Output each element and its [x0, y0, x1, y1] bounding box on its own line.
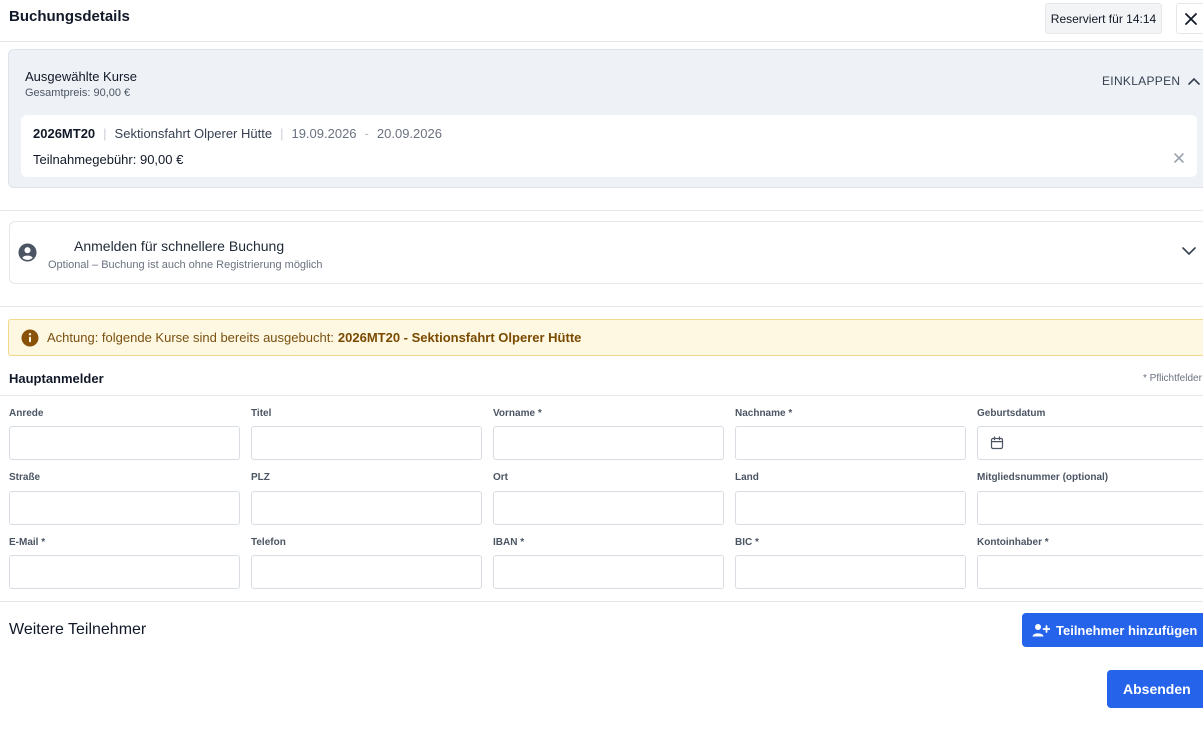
page-title: Buchungsdetails	[9, 8, 130, 25]
label-street: Straße	[9, 472, 41, 483]
further-participants-title: Weitere Teilnehmer	[9, 621, 147, 638]
label-birthdate: Geburtsdatum	[977, 408, 1046, 419]
zip-field[interactable]	[251, 491, 482, 525]
separator: |	[103, 126, 107, 141]
selected-courses-title: Ausgewählte Kurse	[25, 69, 138, 84]
remove-course-icon[interactable]	[1172, 151, 1186, 165]
label-email: E-Mail *	[9, 537, 46, 548]
close-icon	[1185, 12, 1197, 25]
main-registrant-title: Hauptanmelder	[9, 371, 104, 386]
course-fee: Teilnahmegebühr: 90,00 €	[33, 152, 184, 167]
bic-field[interactable]	[735, 555, 966, 589]
label-title: Titel	[251, 408, 272, 419]
collapse-toggle[interactable]: EINKLAPPEN	[1102, 74, 1201, 88]
divider	[0, 395, 1203, 396]
course-date-to: 20.09.2026	[376, 126, 442, 141]
date-separator: -	[364, 126, 369, 141]
chevron-down-icon	[1182, 247, 1196, 256]
add-participant-button[interactable]: Teilnehmer hinzufügen	[1022, 613, 1203, 647]
header: Buchungsdetails Reserviert für 14:14	[0, 0, 1203, 42]
user-circle-icon	[18, 243, 37, 262]
course-date-from: 19.09.2026	[291, 126, 357, 141]
login-panel[interactable]: Anmelden für schnellere Buchung Optional…	[9, 221, 1203, 284]
label-country: Land	[735, 472, 759, 483]
close-button[interactable]	[1176, 3, 1203, 34]
country-field[interactable]	[735, 491, 966, 525]
street-field[interactable]	[9, 491, 240, 525]
label-member-number: Mitgliedsnummer (optional)	[977, 472, 1109, 483]
city-field[interactable]	[493, 491, 724, 525]
login-title: Anmelden für schnellere Buchung	[74, 238, 285, 254]
course-name: Sektionsfahrt Olperer Hütte	[114, 126, 273, 141]
label-iban: IBAN *	[493, 537, 525, 548]
birthdate-field[interactable]	[977, 426, 1203, 460]
calendar-icon	[990, 436, 1004, 450]
divider	[0, 210, 1203, 211]
divider	[0, 601, 1203, 602]
selected-courses-panel: Ausgewählte Kurse Gesamtpreis: 90,00 € E…	[8, 49, 1203, 188]
required-fields-note: * Pflichtfelder	[1143, 373, 1202, 384]
label-zip: PLZ	[251, 472, 270, 483]
course-code: 2026MT20	[33, 126, 96, 141]
email-field[interactable]	[9, 555, 240, 589]
chevron-up-icon	[1188, 77, 1201, 85]
add-participant-label: Teilnehmer hinzufügen	[1056, 622, 1198, 638]
label-phone: Telefon	[251, 537, 286, 548]
label-salutation: Anrede	[9, 408, 44, 419]
iban-field[interactable]	[493, 555, 724, 589]
label-city: Ort	[493, 472, 508, 483]
label-last-name: Nachname *	[735, 408, 793, 419]
label-account-holder: Kontoinhaber *	[977, 537, 1049, 548]
warning-text: Achtung: folgende Kurse sind bereits aus…	[47, 330, 334, 345]
login-subtitle: Optional – Buchung ist auch ohne Registr…	[48, 259, 323, 271]
user-plus-icon	[1032, 624, 1050, 637]
divider	[0, 306, 1203, 307]
fully-booked-warning: Achtung: folgende Kurse sind bereits aus…	[8, 319, 1203, 356]
submit-button[interactable]: Absenden	[1107, 670, 1203, 708]
info-icon	[21, 329, 39, 346]
label-first-name: Vorname *	[493, 408, 542, 419]
last-name-field[interactable]	[735, 426, 966, 460]
member-number-field[interactable]	[977, 491, 1203, 525]
collapse-label: EINKLAPPEN	[1102, 74, 1181, 88]
title-field[interactable]	[251, 426, 482, 460]
course-summary: 2026MT20 | Sektionsfahrt Olperer Hütte |…	[33, 126, 442, 141]
separator: |	[280, 126, 284, 141]
label-bic: BIC *	[735, 537, 759, 548]
salutation-field[interactable]	[9, 426, 240, 460]
course-card: 2026MT20 | Sektionsfahrt Olperer Hütte |…	[21, 115, 1197, 177]
total-price: Gesamtpreis: 90,00 €	[25, 87, 131, 99]
reservation-timer-badge: Reserviert für 14:14	[1045, 3, 1162, 34]
warning-course: 2026MT20 - Sektionsfahrt Olperer Hütte	[337, 330, 582, 345]
first-name-field[interactable]	[493, 426, 724, 460]
phone-field[interactable]	[251, 555, 482, 589]
account-holder-field[interactable]	[977, 555, 1203, 589]
